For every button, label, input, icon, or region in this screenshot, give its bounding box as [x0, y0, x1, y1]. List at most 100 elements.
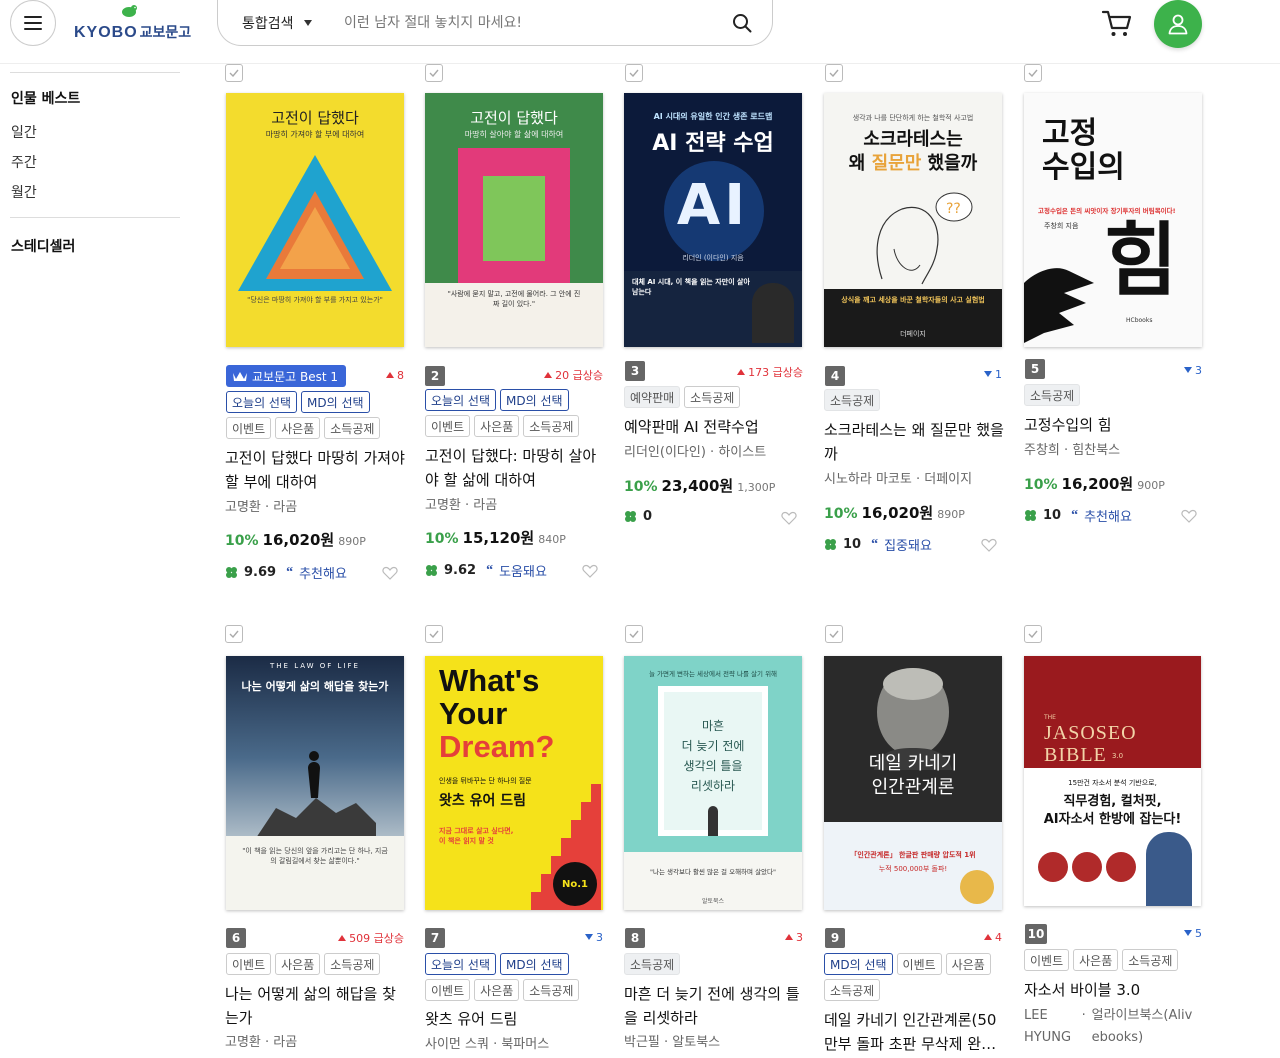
book-cover[interactable]: 고전이 답했다 마땅히 살아야 할 삶에 대하여 "사람에 묻지 말고, 고전에…: [425, 93, 603, 347]
book-title[interactable]: 나는 어떻게 삶의 해답을 찾는가: [225, 982, 405, 1030]
sidebar-section-steady-seller[interactable]: 스테디셀러: [11, 236, 75, 256]
book-publisher[interactable]: 라곰: [473, 498, 497, 513]
search-scope-select[interactable]: 통합검색: [218, 13, 322, 33]
book-title[interactable]: 고정수입의 힘: [1024, 413, 1204, 437]
tag-md-pick[interactable]: MD의 선택: [301, 391, 370, 413]
book-title[interactable]: 고전이 답했다: 마땅히 살아야 할 삶에 대하여: [425, 444, 605, 492]
tag-gift[interactable]: 사은품: [474, 979, 520, 1001]
book-author[interactable]: 고명환: [425, 498, 461, 513]
select-checkbox[interactable]: [225, 625, 243, 643]
book-author[interactable]: 고명환: [225, 500, 261, 515]
tag-gift[interactable]: 사은품: [275, 417, 321, 439]
tag-md-pick[interactable]: MD의 선택: [500, 953, 569, 975]
book-title[interactable]: 소크라테스는 왜 질문만 했을까: [824, 418, 1004, 466]
tag-tax-deduction[interactable]: 소득공제: [1024, 384, 1081, 406]
cover-title-1: 고정: [1042, 116, 1098, 151]
search-button[interactable]: [712, 13, 772, 33]
heart-icon[interactable]: [781, 511, 797, 525]
tag-event[interactable]: 이벤트: [1024, 949, 1070, 971]
select-checkbox[interactable]: [425, 625, 443, 643]
select-checkbox[interactable]: [825, 625, 843, 643]
book-cover[interactable]: 데일 카네기 인간관계론 「인간관계론」 한글판 판매량 압도적 1위 누적 5…: [824, 656, 1002, 910]
tag-md-pick[interactable]: MD의 선택: [500, 389, 569, 411]
tag-tax-deduction[interactable]: 소득공제: [523, 979, 580, 1001]
book-author[interactable]: 주창희: [1024, 443, 1060, 458]
book-title[interactable]: 데일 카네기 인간관계론(50만부 돌파 초판 무삭제 완…: [824, 1008, 1004, 1056]
sidebar-item-weekly[interactable]: 주간: [11, 152, 37, 172]
tag-event[interactable]: 이벤트: [226, 417, 272, 439]
book-publisher[interactable]: 라곰: [273, 500, 297, 515]
book-author[interactable]: 시노하라 마코토: [824, 472, 912, 487]
tag-event[interactable]: 이벤트: [226, 953, 272, 975]
tag-today-pick[interactable]: 오늘의 선택: [425, 389, 497, 411]
tag-tax-deduction[interactable]: 소득공제: [684, 386, 741, 408]
book-author[interactable]: 리더인(이다인): [624, 445, 706, 460]
book-title[interactable]: 자소서 바이블 3.0: [1024, 978, 1204, 1002]
tag-gift[interactable]: 사은품: [1073, 949, 1119, 971]
separator-dot: ·: [1081, 1008, 1086, 1023]
select-checkbox[interactable]: [625, 625, 643, 643]
book-author[interactable]: LEE HYUNG: [1024, 1005, 1076, 1049]
book-title[interactable]: 예약판매 AI 전략수업: [624, 415, 804, 439]
book-cover[interactable]: 생각과 나를 단단하게 하는 철학적 사고법 소크라테스는 왜 질문만 했을까 …: [824, 93, 1002, 347]
book-publisher[interactable]: 라곰: [273, 1035, 297, 1050]
tag-tax-deduction[interactable]: 소득공제: [324, 417, 381, 439]
tag-today-pick[interactable]: 오늘의 선택: [425, 953, 497, 975]
select-checkbox[interactable]: [1024, 64, 1042, 82]
tag-tax-deduction[interactable]: 소득공제: [824, 979, 881, 1001]
tag-gift[interactable]: 사은품: [474, 415, 520, 437]
select-checkbox[interactable]: [1024, 625, 1042, 643]
book-cover[interactable]: AI 시대의 유일한 인간 생존 로드맵 AI 전략 수업 AI 리더인 (이다…: [624, 93, 802, 347]
tag-preorder[interactable]: 예약판매: [624, 386, 681, 408]
book-publisher[interactable]: 힘찬북스: [1072, 443, 1120, 458]
menu-button[interactable]: [10, 0, 56, 46]
tag-gift[interactable]: 사은품: [275, 953, 321, 975]
book-author[interactable]: 사이먼 스쿼: [425, 1037, 489, 1052]
book-cover[interactable]: What's Your Dream? 인생을 뒤바꾸는 단 하나의 질문 왓츠 …: [425, 656, 603, 910]
user-button[interactable]: [1154, 0, 1202, 48]
tag-gift[interactable]: 사은품: [945, 953, 991, 975]
tag-event[interactable]: 이벤트: [896, 953, 942, 975]
tag-tax-deduction[interactable]: 소득공제: [624, 953, 681, 975]
book-publisher[interactable]: 북파머스: [501, 1037, 549, 1052]
book-publisher[interactable]: 알토북스: [672, 1035, 720, 1050]
tag-event[interactable]: 이벤트: [425, 979, 471, 1001]
select-checkbox[interactable]: [225, 64, 243, 82]
book-publisher[interactable]: 더페이지: [924, 472, 972, 487]
tag-md-pick[interactable]: MD의 선택: [824, 953, 893, 975]
logo[interactable]: KYOBO 교보문고: [74, 5, 191, 42]
book-cover[interactable]: 늘 가면게 변하는 세상에서 전략 나를 살기 위해 마흔 더 늦기 전에 생각…: [624, 656, 802, 910]
sidebar-item-monthly[interactable]: 월간: [11, 182, 37, 202]
book-cover[interactable]: THE LAW OF LIFE 나는 어떻게 삶의 해답을 찾는가 "이 책을 …: [226, 656, 404, 910]
tag-event[interactable]: 이벤트: [425, 415, 471, 437]
book-author[interactable]: 박근필: [624, 1035, 660, 1050]
book-cover[interactable]: 고정 수입의 고정수입은 돈의 씨앗이자 장기투자의 버팀목이다! 주창희 지음…: [1024, 93, 1202, 347]
select-checkbox[interactable]: [825, 64, 843, 82]
tag-tax-deduction[interactable]: 소득공제: [824, 389, 881, 411]
tag-list: 오늘의 선택 MD의 선택 이벤트 사은품 소득공제: [425, 389, 605, 437]
sidebar-section-person-best[interactable]: 인물 베스트: [11, 88, 80, 108]
book-title[interactable]: 고전이 답했다 마땅히 가져야 할 부에 대하여: [225, 446, 405, 494]
book-title[interactable]: 마흔 더 늦기 전에 생각의 틀을 리셋하라: [624, 982, 804, 1030]
tag-tax-deduction[interactable]: 소득공제: [324, 953, 381, 975]
heart-icon[interactable]: [1181, 509, 1197, 523]
book-author[interactable]: 고명환: [225, 1035, 261, 1050]
heart-icon[interactable]: [981, 538, 997, 552]
select-checkbox[interactable]: [625, 64, 643, 82]
tag-today-pick[interactable]: 오늘의 선택: [226, 391, 298, 413]
select-checkbox[interactable]: [425, 64, 443, 82]
book-publisher[interactable]: 얼라이브북스(Aliv ebooks): [1092, 1005, 1209, 1049]
heart-icon[interactable]: [382, 566, 398, 580]
rank-number: 8: [625, 928, 645, 948]
book-publisher[interactable]: 하이스트: [718, 445, 766, 460]
tag-tax-deduction[interactable]: 소득공제: [1122, 949, 1179, 971]
heart-icon[interactable]: [582, 564, 598, 578]
cart-icon[interactable]: [1100, 6, 1134, 40]
cover-wanderer-art: [256, 751, 376, 838]
book-cover[interactable]: THE JASOSEO BIBLE 3.0 15만건 자소서 분석 기반으로, …: [1024, 656, 1201, 906]
sidebar-item-daily[interactable]: 일간: [11, 122, 37, 142]
book-cover[interactable]: 고전이 답했다 마땅히 가져야 할 부에 대하여 "당신은 마땅히 가져야 할 …: [226, 93, 404, 347]
book-title[interactable]: 왓츠 유어 드림: [425, 1007, 605, 1031]
tag-tax-deduction[interactable]: 소득공제: [523, 415, 580, 437]
search-input[interactable]: [322, 14, 712, 31]
